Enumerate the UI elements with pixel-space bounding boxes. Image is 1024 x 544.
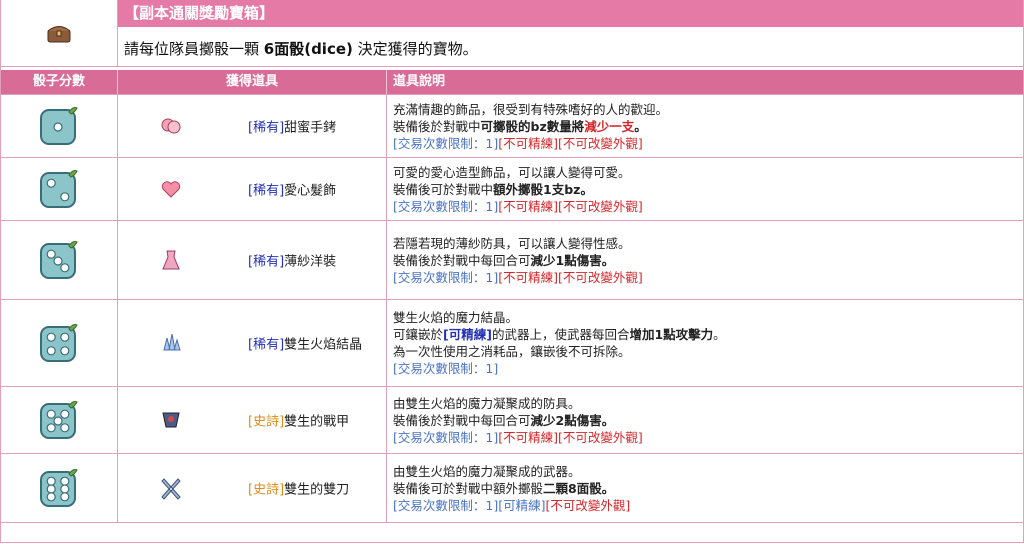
- trade-limits: [交易次數限制：1][不可精練][不可改變外觀]: [393, 135, 643, 151]
- desc-line-2: 裝備後於對戰中可擲骰的bz數量將減少一支。: [393, 118, 647, 134]
- dice-6-icon: [40, 469, 78, 507]
- dice-4-icon: [40, 324, 78, 362]
- heart-icon: [161, 181, 181, 198]
- trade-limits: [交易次數限制：1]: [393, 361, 499, 376]
- table-row: [稀有]雙生火焰結晶 雙生火焰的魔力結晶。可鑲嵌於[可精練]的武器上，使武器每回合…: [1, 300, 1023, 387]
- table-header: 骰子分數 獲得道具 道具說明: [1, 70, 1023, 95]
- dice-cell: [1, 300, 118, 386]
- twin-blades-icon: [161, 478, 181, 500]
- page-title: 【副本通關獎勵寶箱】: [118, 0, 1023, 27]
- treasure-chest-icon: [47, 26, 71, 43]
- desc-line-3: 為一次性使用之消耗品，鑲嵌後不可拆除。: [393, 344, 631, 359]
- dice-cell: [1, 454, 118, 522]
- trade-limits: [交易次數限制：1][不可精練][不可改變外觀]: [393, 269, 643, 285]
- item-cell: [稀有]愛心髮飾: [118, 158, 387, 220]
- desc-line-1: 雙生火焰的魔力結晶。: [393, 310, 519, 325]
- item-name: [稀有]薄紗洋裝: [248, 254, 337, 270]
- instruction-bold: 6面骰(dice): [263, 40, 353, 58]
- item-cell: [稀有]薄紗洋裝: [118, 221, 387, 299]
- instruction-text: 請每位隊員擲骰一顆 6面骰(dice) 決定獲得的寶物。: [124, 38, 478, 59]
- desc-line-2: 裝備後可於對戰中額外擲骰1支bz。: [393, 181, 593, 197]
- bracelet-icon: [161, 118, 181, 134]
- item-name: [稀有]甜蜜手銬: [248, 120, 337, 136]
- item-name: [史詩]雙生的戰甲: [248, 414, 350, 430]
- table-row: [稀有]甜蜜手銬 充滿情趣的飾品，很受到有特殊嗜好的人的歡迎。 裝備後於對戰中可擲骰…: [1, 95, 1023, 158]
- item-name: [史詩]雙生的雙刀: [248, 482, 350, 498]
- desc-line-2: 可鑲嵌於[可精練]的武器上，使武器每回合增加1點攻擊力。: [393, 327, 726, 342]
- item-description: 雙生火焰的魔力結晶。可鑲嵌於[可精練]的武器上，使武器每回合增加1點攻擊力。 為一…: [387, 300, 1023, 386]
- chest-cell: [1, 0, 118, 66]
- table-row: [史詩]雙生的戰甲 由雙生火焰的魔力凝聚成的防具。 裝備後於對戰中每回合可減少2點傷…: [1, 387, 1023, 454]
- trade-limits: [交易次數限制：1][不可精練][不可改變外觀]: [393, 429, 643, 445]
- desc-line-1: 由雙生火焰的魔力凝聚成的武器。: [393, 463, 581, 479]
- item-cell: [史詩]雙生的戰甲: [118, 387, 387, 453]
- dice-5-icon: [40, 401, 78, 439]
- desc-line-2: 裝備後於對戰中每回合可減少1點傷害。: [393, 252, 615, 268]
- dice-2-icon: [40, 170, 78, 208]
- item-name: [稀有]愛心髮飾: [248, 183, 337, 199]
- trade-limits: [交易次數限制：1][不可精練][不可改變外觀]: [393, 198, 643, 214]
- table-row: [稀有]薄紗洋裝 若隱若現的薄紗防具，可以讓人變得性感。 裝備後於對戰中每回合可減少…: [1, 221, 1023, 300]
- dice-cell: [1, 221, 118, 299]
- table-body: [稀有]甜蜜手銬 充滿情趣的飾品，很受到有特殊嗜好的人的歡迎。 裝備後於對戰中可擲骰…: [1, 95, 1023, 523]
- table-row: [史詩]雙生的雙刀 由雙生火焰的魔力凝聚成的武器。 裝備後可於對戰中額外擲骰二顆8面…: [1, 454, 1023, 523]
- desc-line-2: 裝備後於對戰中每回合可減少2點傷害。: [393, 412, 615, 428]
- desc-line-2: 裝備後可於對戰中額外擲骰二顆8面骰。: [393, 480, 615, 496]
- item-description: 若隱若現的薄紗防具，可以讓人變得性感。 裝備後於對戰中每回合可減少1點傷害。 [交易…: [387, 221, 1023, 299]
- item-cell: [稀有]甜蜜手銬: [118, 95, 387, 157]
- desc-line-1: 充滿情趣的飾品，很受到有特殊嗜好的人的歡迎。: [393, 101, 669, 117]
- desc-line-1: 若隱若現的薄紗防具，可以讓人變得性感。: [393, 235, 631, 251]
- instruction-prefix: 請每位隊員擲骰一顆: [124, 40, 264, 58]
- dress-icon: [162, 250, 180, 270]
- item-name: [稀有]雙生火焰結晶: [248, 337, 363, 353]
- trade-limits: [交易次數限制：1][可精練][不可改變外觀]: [393, 497, 631, 513]
- item-description: 可愛的愛心造型飾品，可以讓人變得可愛。 裝備後可於對戰中額外擲骰1支bz。 [交易次…: [387, 158, 1023, 220]
- table-row: [稀有]愛心髮飾 可愛的愛心造型飾品，可以讓人變得可愛。 裝備後可於對戰中額外擲骰1…: [1, 158, 1023, 221]
- desc-line-1: 可愛的愛心造型飾品，可以讓人變得可愛。: [393, 164, 631, 180]
- item-description: 由雙生火焰的魔力凝聚成的武器。 裝備後可於對戰中額外擲骰二顆8面骰。 [交易次數限制…: [387, 454, 1023, 522]
- armor-icon: [162, 412, 180, 428]
- reward-chest-table: 【副本通關獎勵寶箱】 請每位隊員擲骰一顆 6面骰(dice) 決定獲得的寶物。 …: [0, 0, 1024, 543]
- reward-grid: 骰子分數 獲得道具 道具說明 [稀有]甜蜜手銬 充滿情趣的飾品，很受到有特殊嗜好的…: [1, 70, 1023, 523]
- item-description: 充滿情趣的飾品，很受到有特殊嗜好的人的歡迎。 裝備後於對戰中可擲骰的bz數量將減少…: [387, 95, 1023, 157]
- col-desc-header: 道具說明: [393, 74, 446, 89]
- dice-cell: [1, 95, 118, 157]
- col-dice-header: 骰子分數: [1, 70, 118, 94]
- instruction-suffix: 決定獲得的寶物。: [352, 40, 478, 58]
- item-description: 由雙生火焰的魔力凝聚成的防具。 裝備後於對戰中每回合可減少2點傷害。 [交易次數限制…: [387, 387, 1023, 453]
- dice-3-icon: [40, 241, 78, 279]
- dice-cell: [1, 387, 118, 453]
- col-item-header: 獲得道具: [118, 70, 387, 94]
- crystal-icon: [163, 333, 181, 351]
- dice-1-icon: [40, 107, 78, 145]
- header-block: 【副本通關獎勵寶箱】 請每位隊員擲骰一顆 6面骰(dice) 決定獲得的寶物。: [1, 0, 1023, 67]
- dice-cell: [1, 158, 118, 220]
- item-cell: [稀有]雙生火焰結晶: [118, 300, 387, 386]
- desc-line-1: 由雙生火焰的魔力凝聚成的防具。: [393, 395, 581, 411]
- item-cell: [史詩]雙生的雙刀: [118, 454, 387, 522]
